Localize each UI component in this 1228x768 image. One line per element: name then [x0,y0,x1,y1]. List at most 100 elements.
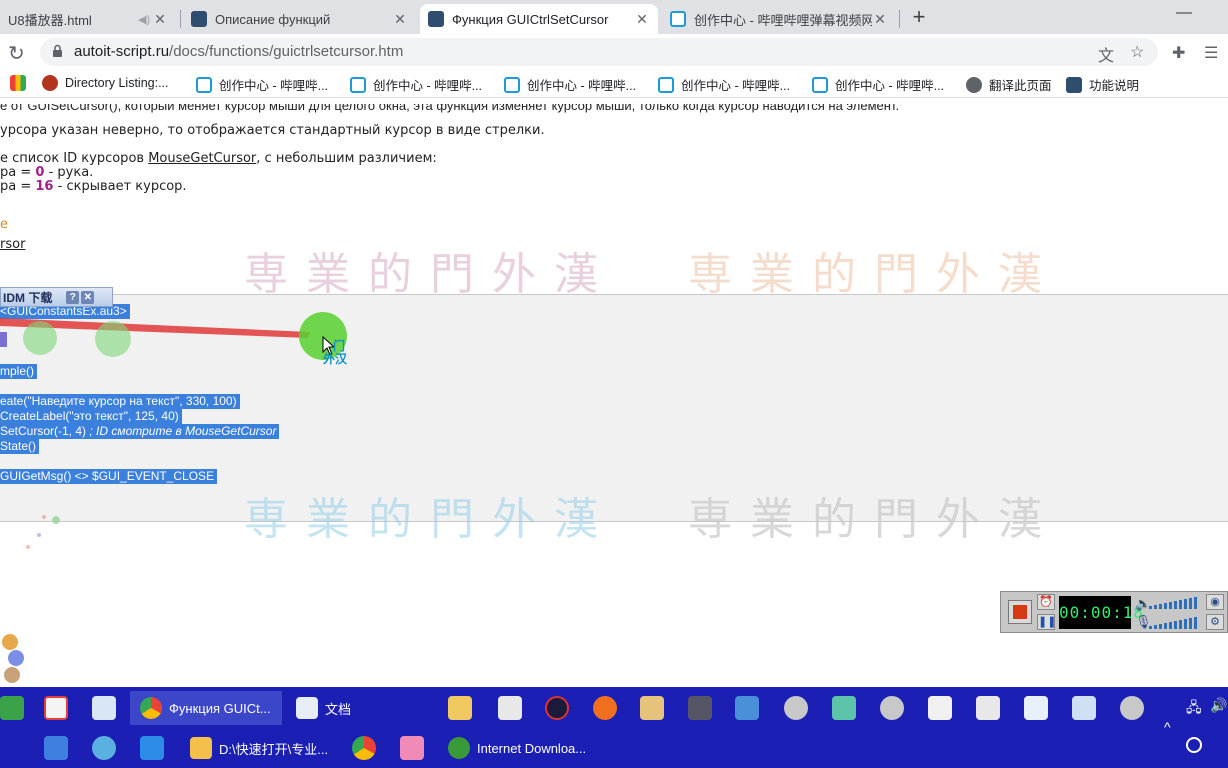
chrome-icon[interactable] [352,736,376,760]
settings-icon[interactable]: ⚙ [1206,614,1224,630]
bookmark-apps[interactable] [10,75,33,91]
mousegetcursor-link[interactable]: MouseGetCursor [148,151,256,166]
bilibili-favicon-icon [504,76,520,93]
code-comment: ; ID смотрите в MouseGetCursor [86,424,277,438]
reload-icon[interactable]: ↻ [8,41,25,66]
chrome-icon [140,697,162,719]
idm-close-button[interactable]: ✕ [81,290,95,304]
show-hidden-icons-chevron[interactable]: ^ [1164,719,1171,735]
bookmark-bilibili-5[interactable]: 创作中心 - 哔哩哔... [812,75,944,94]
pause-button[interactable]: ❚❚ [1037,614,1056,630]
app-autoit-icon[interactable] [880,696,904,720]
bookmark-bilibili-3[interactable]: 创作中心 - 哔哩哔... [504,75,636,94]
app-cursor-icon[interactable] [976,696,1000,720]
taskbar-idm-button[interactable]: Internet Downloa... [444,731,594,765]
bookmark-bilibili-4[interactable]: 创作中心 - 哔哩哔... [658,75,790,94]
app-search-icon[interactable] [593,696,617,720]
app-autoit-icon[interactable] [1120,696,1144,720]
app-reg-icon[interactable] [1072,696,1096,720]
taskbar-folder-button[interactable]: D:\快速打开\专业... [186,731,332,765]
related-fragment: e [0,217,8,232]
app-settings-icon[interactable] [92,736,116,760]
text-line-clipped: е от GUISetCursor(), который меняет курс… [0,104,900,113]
alarm-clock-icon[interactable]: ⏰ [1037,594,1055,610]
app-paper-plane-icon[interactable] [140,736,164,760]
bookmark-directory-listing[interactable]: Directory Listing:... [42,75,169,91]
app-blue-icon[interactable] [735,696,759,720]
bookmark-label: 创作中心 - 哔哩哔... [373,79,483,93]
text-prefix: ра = [0,165,36,180]
tab-close-icon[interactable]: ✕ [392,11,408,28]
bookmark-bilibili-1[interactable]: 创作中心 - 哔哩哔... [196,75,328,94]
annotation-line: 外汉 [323,352,348,366]
text-prefix: ра = [0,179,36,194]
app-window-icon[interactable] [1024,696,1048,720]
apps-grid-icon [10,75,26,91]
idm-help-button[interactable]: ? [66,290,80,304]
speaker-volume-meter[interactable] [1149,596,1205,610]
extensions-icon[interactable]: ✚ [1172,43,1185,63]
bookmark-label: 创作中心 - 哔哩哔... [835,79,945,93]
network-icon[interactable]: 🖧 [1186,697,1202,721]
mascot-decoration [2,634,24,683]
watermark: 専業的門外漢 [244,494,616,545]
tab-title: 创作中心 - 哔哩哔哩弹幕视频网 [694,12,872,28]
new-tab-button[interactable]: + [908,6,930,28]
mic-volume-meter[interactable] [1149,616,1205,630]
url-text[interactable]: autoit-script.ru/docs/functions/guictrls… [74,43,403,60]
browser-toolbar: ↻ autoit-script.ru/docs/functions/guictr… [0,34,1228,70]
volume-icon[interactable]: 🔊 [1210,697,1227,714]
translate-icon[interactable]: 文 [1098,42,1114,66]
text-suffix: , с небольшим различием: [256,151,437,166]
notification-icon[interactable] [1186,737,1202,753]
app-explorer-icon[interactable] [448,696,472,720]
text-invalid-cursor: урсора указан неверно, то отображается с… [0,123,545,138]
bookmark-translate-page[interactable]: 翻译此页面 [966,75,1052,94]
taskbar-document-button[interactable]: 文档 [288,691,430,725]
tab-guictrlsetcursor[interactable]: Функция GUICtrlSetCursor ✕ [420,4,658,34]
app-book-icon[interactable] [640,696,664,720]
app-pink-icon[interactable] [400,736,424,760]
app-7zip-icon[interactable] [928,696,952,720]
app-terminal-icon[interactable] [498,696,522,720]
bookmark-star-icon[interactable]: ☆ [1130,42,1144,62]
idm-download-bar[interactable]: IDM 下载 ? ✕ [0,287,113,307]
code-line: GUIGetMsg() <> $GUI_EVENT_CLOSE [0,469,218,484]
taskbar-label: Функция GUICt... [169,700,271,716]
bookmark-function-help[interactable]: 功能说明 [1066,75,1139,94]
app-notes-icon[interactable] [92,696,116,720]
app-film-icon[interactable] [688,696,712,720]
bookmark-bilibili-2[interactable]: 创作中心 - 哔哩哔... [350,75,482,94]
sparkle-decoration [26,515,60,549]
address-bar[interactable]: autoit-script.ru/docs/functions/guictrls… [40,38,1158,66]
webcam-icon[interactable]: ◉ [1206,594,1224,610]
app-autoit-icon[interactable] [784,696,808,720]
bookmark-label: 功能说明 [1089,79,1140,93]
stop-record-button[interactable] [1008,600,1032,624]
tab-close-icon[interactable]: ✕ [152,11,168,28]
related-link[interactable]: rsor [0,237,25,252]
tab-u8-player[interactable]: U8播放器.html ◀) ✕ [0,4,176,34]
taskbar-label: 文档 [325,701,352,717]
tab-bilibili-creator[interactable]: 创作中心 - 哔哩哔哩弹幕视频网 ✕ [662,4,896,34]
reading-list-icon[interactable]: ☰ [1204,43,1218,63]
minimize-button[interactable]: — [1176,4,1192,22]
screen-recorder-widget: ⏰ ❚❚ 00:00:18 🔈 🎙 ◉ ⚙ [1000,591,1228,633]
mute-icon[interactable]: ◀) [136,13,152,26]
taskbar-chrome-button[interactable]: Функция GUICt... [130,691,282,725]
url-path: /docs/functions/guictrlsetcursor.htm [169,43,404,60]
app-red-logo-icon[interactable] [44,696,68,720]
bilibili-favicon-icon [658,76,674,93]
autoit-favicon-icon [428,11,444,27]
app-target-icon[interactable] [545,696,569,720]
url-host: autoit-script.ru [74,43,170,60]
app-stack-icon[interactable] [44,736,68,760]
cursor-annotation: 门 外汉 [323,340,347,366]
document-icon [296,697,318,719]
lock-icon[interactable] [52,44,63,58]
tab-function-description[interactable]: Описание функций ✕ [183,4,416,34]
app-green-icon[interactable] [0,696,24,720]
tab-close-icon[interactable]: ✕ [634,11,650,28]
app-editor-icon[interactable] [832,696,856,720]
tab-close-icon[interactable]: ✕ [872,11,888,28]
